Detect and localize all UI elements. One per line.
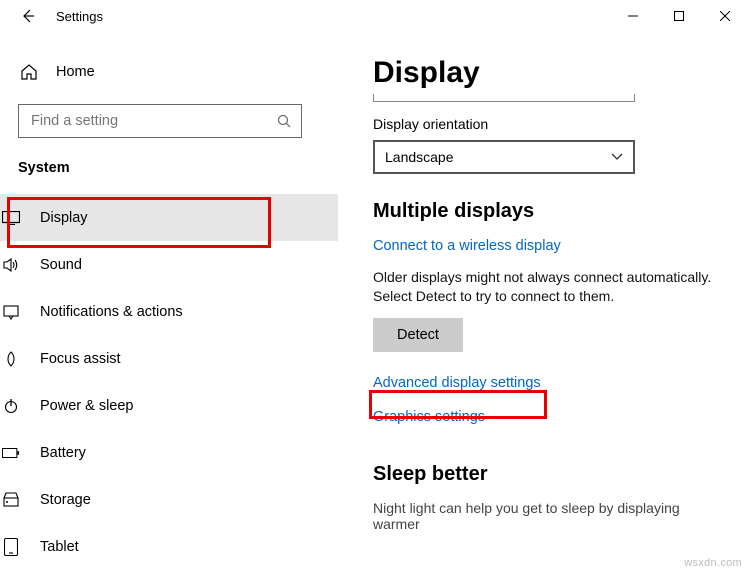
nav-label: Power & sleep [40,398,134,414]
orientation-label: Display orientation [373,116,720,132]
search-input[interactable] [29,112,277,130]
maximize-button[interactable] [656,0,702,32]
power-icon [2,397,20,415]
home-label: Home [56,64,95,80]
nav-label: Tablet [40,539,79,555]
sidebar: Home System Display Sound Notifi [0,32,320,571]
chevron-down-icon [611,153,623,161]
notifications-icon [2,303,20,321]
watermark: wsxdn.com [684,557,742,569]
detect-button[interactable]: Detect [373,318,463,352]
orientation-dropdown[interactable]: Landscape [373,140,635,174]
nav-list: Display Sound Notifications & actions Fo… [0,194,338,570]
orientation-value: Landscape [385,149,454,165]
nav-item-battery[interactable]: Battery [0,429,338,476]
nav-label: Focus assist [40,351,121,367]
content-pane: Display Display orientation Landscape Mu… [345,32,748,571]
back-button[interactable] [8,0,48,32]
nav-item-storage[interactable]: Storage [0,476,338,523]
night-light-text: Night light can help you get to sleep by… [373,500,720,532]
nav-item-sound[interactable]: Sound [0,241,338,288]
nav-item-power-sleep[interactable]: Power & sleep [0,382,338,429]
sleep-better-heading: Sleep better [373,463,720,486]
minimize-button[interactable] [610,0,656,32]
home-icon [20,63,38,81]
window-title: Settings [56,9,103,24]
previous-field-remnant [373,94,635,102]
category-header: System [18,160,302,176]
focus-assist-icon [2,350,20,368]
display-icon [2,209,20,227]
search-icon [277,114,291,128]
home-link[interactable]: Home [18,52,302,92]
nav-label: Battery [40,445,86,461]
maximize-icon [674,11,684,21]
close-button[interactable] [702,0,748,32]
advanced-display-settings-link[interactable]: Advanced display settings [373,375,541,391]
minimize-icon [628,11,638,21]
graphics-settings-link[interactable]: Graphics settings [373,409,485,425]
connect-wireless-link[interactable]: Connect to a wireless display [373,238,561,254]
battery-icon [2,444,20,462]
search-box[interactable] [18,104,302,138]
storage-icon [2,491,20,509]
close-icon [720,11,730,21]
nav-label: Storage [40,492,91,508]
sound-icon [2,256,20,274]
nav-item-focus-assist[interactable]: Focus assist [0,335,338,382]
tablet-icon [2,538,20,556]
detect-button-label: Detect [397,327,439,343]
multiple-displays-heading: Multiple displays [373,200,720,223]
nav-label: Notifications & actions [40,304,183,320]
nav-item-tablet[interactable]: Tablet [0,523,338,570]
page-title: Display [373,56,720,90]
nav-item-notifications[interactable]: Notifications & actions [0,288,338,335]
nav-label: Display [40,210,88,226]
nav-label: Sound [40,257,82,273]
nav-item-display[interactable]: Display [0,194,338,241]
older-displays-text: Older displays might not always connect … [373,268,720,306]
arrow-left-icon [20,8,36,24]
